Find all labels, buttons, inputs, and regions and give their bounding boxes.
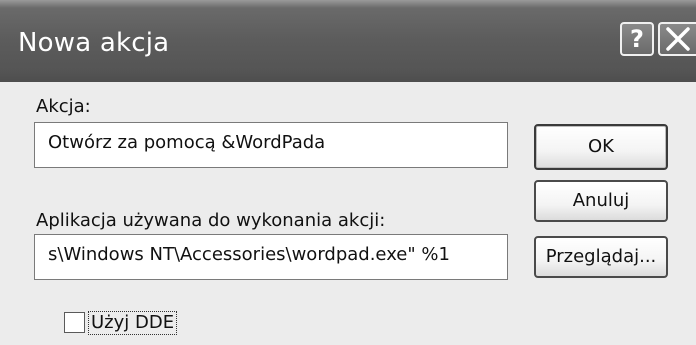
- cancel-button[interactable]: Anuluj: [534, 180, 668, 222]
- new-action-dialog: Nowa akcja ? Akcja: Otwórz za pomocą &Wo…: [0, 0, 696, 345]
- close-button[interactable]: [658, 22, 696, 56]
- action-input[interactable]: Otwórz za pomocą &WordPada: [34, 122, 508, 168]
- application-label: Aplikacja używana do wykonania akcji:: [36, 210, 386, 231]
- action-label: Akcja:: [36, 96, 91, 117]
- title-bar: Nowa akcja ?: [0, 0, 696, 82]
- use-dde-label[interactable]: Użyj DDE: [88, 311, 178, 335]
- use-dde-checkbox[interactable]: [64, 312, 85, 333]
- application-input[interactable]: s\Windows NT\Accessories\wordpad.exe" %1: [34, 234, 508, 280]
- close-icon: [666, 27, 690, 51]
- window-title: Nowa akcja: [18, 28, 170, 58]
- ok-button[interactable]: OK: [534, 124, 668, 170]
- help-icon: ?: [630, 25, 644, 53]
- browse-button[interactable]: Przeglądaj...: [534, 236, 668, 278]
- help-button[interactable]: ?: [620, 22, 654, 56]
